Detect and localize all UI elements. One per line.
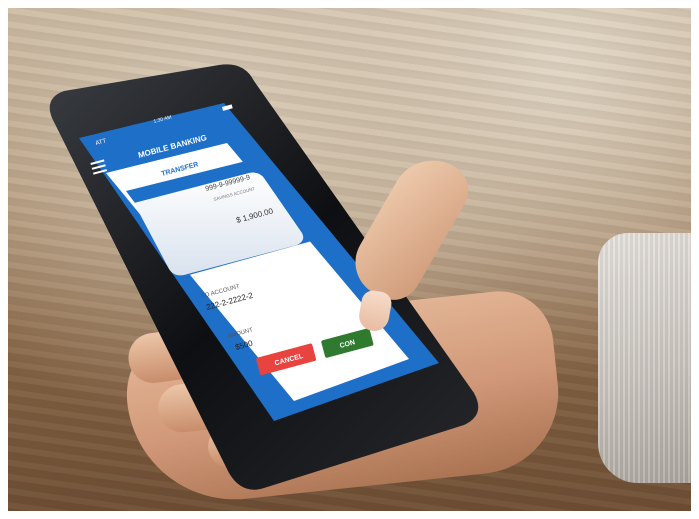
sweater-sleeve: [598, 233, 691, 483]
photo-background: ATT 1:30 AM MOBILE BANKING TRANSFER 999-…: [8, 8, 691, 511]
